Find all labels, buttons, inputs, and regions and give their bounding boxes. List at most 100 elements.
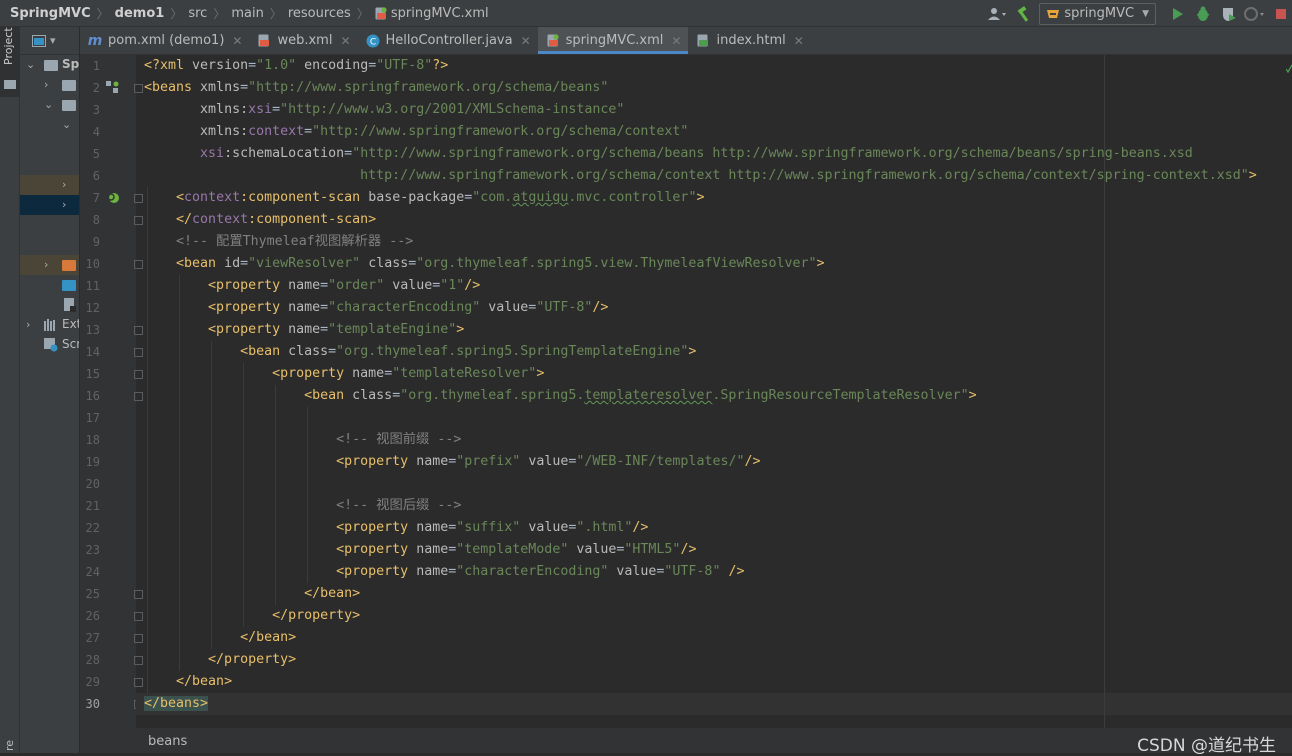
code-token: <!-- 视图前缀 --> (336, 432, 462, 447)
code-token: context (184, 190, 241, 205)
code-token: .mvc.controller" (568, 190, 697, 205)
close-icon[interactable]: ✕ (671, 34, 681, 48)
editor-gutter[interactable]: 1 2 3 4 5 6 7 8 9 10 11 12 13 14 15 16 17 18 19 20 21 22 23 24 2… (80, 55, 143, 728)
breadcrumb-item[interactable]: main (231, 6, 263, 21)
close-icon[interactable]: ✕ (794, 34, 804, 48)
check-icon[interactable] (1286, 63, 1292, 75)
project-tool-button[interactable]: Project (0, 27, 20, 97)
close-icon[interactable]: ✕ (340, 34, 350, 48)
code-token: > (536, 366, 545, 381)
chevron-down-icon[interactable]: ⌄ (44, 98, 53, 111)
code-editor[interactable]: <?xml version="1.0" encoding="UTF-8"?> <b… (136, 55, 1292, 728)
breadcrumb-separator: 〉 (170, 6, 183, 21)
coverage-icon[interactable] (1218, 3, 1240, 25)
close-icon[interactable]: ✕ (232, 34, 242, 48)
code-token: = (272, 102, 281, 117)
tree-item[interactable]: ⌄ (20, 95, 79, 115)
xml-breadcrumb[interactable]: beans (148, 734, 187, 749)
code-line: <property name="templateMode" value="HTM… (144, 539, 696, 561)
tree-item[interactable]: ⌄ (20, 115, 79, 135)
code-token: context (192, 212, 249, 227)
code-token: "http://www.springframework.org/schema/b… (248, 80, 609, 95)
tree-item-external-libraries[interactable]: › Ext (20, 315, 79, 335)
code-line: <!-- 视图后缀 --> (144, 495, 461, 517)
code-token: context (248, 124, 305, 139)
line-number: 8 (92, 213, 100, 227)
code-token: value (528, 520, 569, 535)
breadcrumb-item[interactable]: demo1 (115, 6, 165, 21)
tab-hello-controller[interactable]: C HelloController.java ✕ (358, 27, 538, 54)
chevron-down-icon[interactable]: ⌄ (26, 58, 35, 71)
chevron-right-icon[interactable]: › (62, 178, 66, 191)
tree-item[interactable] (20, 295, 79, 315)
dropdown-icon[interactable]: ▾ (50, 34, 56, 47)
code-token: name (288, 322, 321, 337)
line-number: 27 (85, 631, 100, 645)
tree-item[interactable] (20, 275, 79, 295)
run-configuration-select[interactable]: springMVC ▼ (1039, 2, 1156, 25)
line-number: 7 (92, 191, 100, 205)
navigation-bar: SpringMVC 〉 demo1 〉 src 〉 main 〉 resourc… (0, 0, 1292, 27)
html-file-icon (696, 34, 710, 48)
code-token: ?> (432, 58, 449, 73)
tree-item[interactable]: › (20, 75, 79, 95)
spring-bean-gutter-icon[interactable] (106, 81, 120, 95)
code-token: <bean (304, 388, 353, 403)
code-token: </beans> (144, 696, 209, 711)
code-token: = (384, 366, 393, 381)
tree-item-scratches[interactable]: Scr (20, 335, 79, 355)
tree-item-selected[interactable]: › (20, 195, 79, 215)
run-icon[interactable] (1166, 3, 1188, 25)
code-token: = (320, 322, 329, 337)
line-number: 15 (85, 367, 100, 381)
code-line: <bean class="org.thymeleaf.spring5.Sprin… (144, 341, 696, 363)
code-token: value (392, 278, 433, 293)
tab-index-html[interactable]: index.html ✕ (688, 27, 810, 54)
stop-icon[interactable] (1270, 3, 1292, 25)
error-stripe (1286, 55, 1292, 728)
breadcrumb-item[interactable]: springMVC.xml (391, 6, 489, 21)
breadcrumb-item[interactable]: src (188, 6, 207, 21)
tab-web-xml[interactable]: web.xml ✕ (249, 27, 357, 54)
chevron-down-icon[interactable]: ⌄ (62, 118, 71, 131)
code-token: templateresolver (584, 388, 713, 403)
chevron-right-icon[interactable]: › (62, 198, 66, 211)
code-token: xmlns: (200, 124, 249, 139)
tree-item-root[interactable]: ⌄ Sp (20, 55, 79, 75)
code-token: <property (336, 564, 417, 579)
code-token: base-package (368, 190, 465, 205)
code-line: <property name="templateResolver"> (144, 363, 544, 385)
user-icon[interactable] (987, 3, 1009, 25)
line-number: 4 (92, 125, 100, 139)
tab-pom-xml[interactable]: m pom.xml (demo1) ✕ (80, 27, 249, 54)
code-token: <property (208, 278, 289, 293)
structure-tool-button[interactable]: re (0, 723, 20, 753)
profile-icon[interactable] (1244, 3, 1266, 25)
code-token: = (320, 300, 329, 315)
spring-scan-gutter-icon[interactable] (106, 191, 120, 205)
code-token: </bean> (304, 586, 361, 601)
line-number: 19 (85, 455, 100, 469)
line-number: 24 (85, 565, 100, 579)
hammer-icon[interactable] (1013, 3, 1035, 25)
code-token: ".html" (576, 520, 633, 535)
code-token: > (816, 256, 825, 271)
chevron-right-icon[interactable]: › (44, 258, 48, 271)
tree-item[interactable]: › (20, 255, 79, 275)
breadcrumb-item[interactable]: resources (288, 6, 351, 21)
scratches-icon (44, 338, 58, 352)
code-token: = (320, 278, 329, 293)
debug-icon[interactable] (1192, 3, 1214, 25)
code-token: name (416, 520, 449, 535)
tab-label: HelloController.java (385, 33, 513, 48)
code-token: <!-- 配置Thymeleaf视图解析器 --> (176, 234, 414, 249)
close-icon[interactable]: ✕ (521, 34, 531, 48)
code-token: value (528, 454, 569, 469)
code-token: xsi (248, 102, 273, 117)
chevron-right-icon[interactable]: › (44, 78, 48, 91)
tree-item[interactable]: › (20, 175, 79, 195)
project-view-icon[interactable] (32, 34, 46, 47)
tab-springmvc-xml[interactable]: springMVC.xml ✕ (537, 27, 689, 54)
breadcrumb-item[interactable]: SpringMVC (10, 6, 91, 21)
chevron-right-icon[interactable]: › (26, 318, 30, 331)
